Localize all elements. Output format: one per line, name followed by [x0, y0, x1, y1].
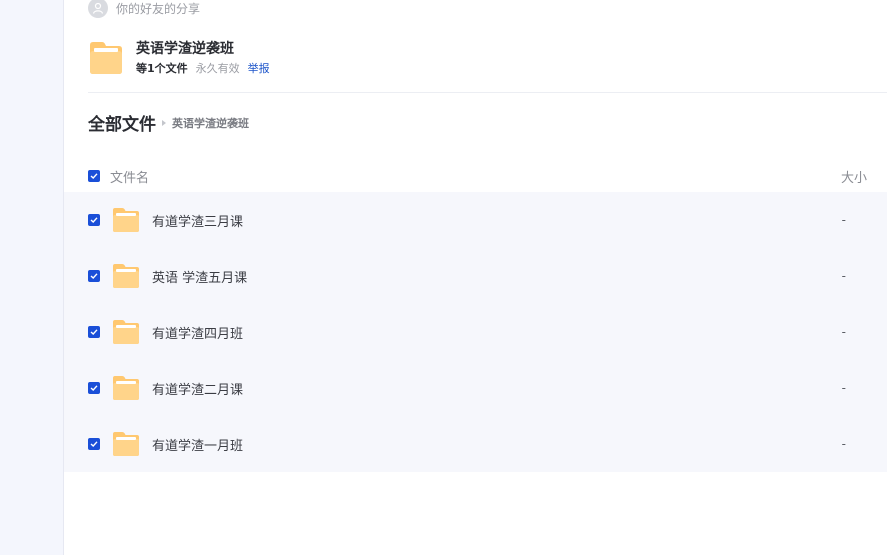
row-checkbox[interactable]	[88, 214, 100, 226]
file-row[interactable]: 英语 学渣五月课 -	[64, 248, 887, 304]
file-row[interactable]: 有道学渣四月班 -	[64, 304, 887, 360]
breadcrumb: 全部文件 英语学渣逆袭班	[88, 110, 249, 135]
breadcrumb-current: 英语学渣逆袭班	[172, 116, 249, 130]
user-avatar-icon	[88, 0, 108, 18]
report-link[interactable]: 举报	[248, 62, 270, 75]
file-name[interactable]: 有道学渣二月课	[152, 379, 243, 398]
file-name[interactable]: 有道学渣一月班	[152, 435, 243, 454]
file-name[interactable]: 英语 学渣五月课	[152, 267, 247, 286]
share-title: 英语学渣逆袭班	[136, 41, 234, 57]
check-icon	[90, 173, 98, 179]
breadcrumb-root[interactable]: 全部文件	[88, 110, 156, 135]
folder-icon	[113, 320, 139, 344]
sharer-info: 你的好友的分享	[88, 0, 200, 19]
file-size: -	[841, 381, 846, 395]
select-all-checkbox[interactable]	[88, 170, 100, 182]
folder-icon	[113, 264, 139, 288]
file-size: -	[841, 325, 846, 339]
file-list: 有道学渣三月课 - 英语 学渣五月课 - 有道学渣四月班 - 有道学渣二月课 -…	[64, 192, 887, 472]
check-icon	[90, 385, 98, 391]
check-icon	[90, 273, 98, 279]
column-header-size[interactable]: 大小	[841, 167, 867, 186]
share-card: 英语学渣逆袭班 等1个文件 永久有效 举报	[88, 40, 270, 76]
folder-icon	[113, 376, 139, 400]
file-row[interactable]: 有道学渣二月课 -	[64, 360, 887, 416]
row-checkbox[interactable]	[88, 326, 100, 338]
file-row[interactable]: 有道学渣三月课 -	[64, 192, 887, 248]
folder-icon	[113, 432, 139, 456]
left-sidebar	[0, 0, 64, 555]
chevron-right-icon	[162, 119, 166, 126]
row-checkbox[interactable]	[88, 270, 100, 282]
main-content: 你的好友的分享 英语学渣逆袭班 等1个文件 永久有效 举报 全部文件 英语学渣逆袭班…	[64, 0, 887, 555]
file-count: 等1个文件	[136, 62, 188, 75]
check-icon	[90, 441, 98, 447]
file-name[interactable]: 有道学渣三月课	[152, 211, 243, 230]
row-checkbox[interactable]	[88, 382, 100, 394]
folder-icon	[113, 208, 139, 232]
file-size: -	[841, 213, 846, 227]
column-header-name[interactable]: 文件名	[110, 167, 149, 186]
check-icon	[90, 217, 98, 223]
check-icon	[90, 329, 98, 335]
share-meta: 等1个文件 永久有效 举报	[136, 62, 270, 76]
validity-text: 永久有效	[195, 62, 240, 75]
sharer-text: 你的好友的分享	[116, 1, 201, 16]
file-size: -	[841, 437, 846, 451]
file-row[interactable]: 有道学渣一月班 -	[64, 416, 887, 472]
file-list-header: 文件名 大小	[64, 160, 887, 192]
file-size: -	[841, 269, 846, 283]
folder-icon	[90, 42, 122, 74]
row-checkbox[interactable]	[88, 438, 100, 450]
divider	[88, 92, 887, 93]
share-info: 英语学渣逆袭班 等1个文件 永久有效 举报	[136, 40, 270, 76]
file-name[interactable]: 有道学渣四月班	[152, 323, 243, 342]
